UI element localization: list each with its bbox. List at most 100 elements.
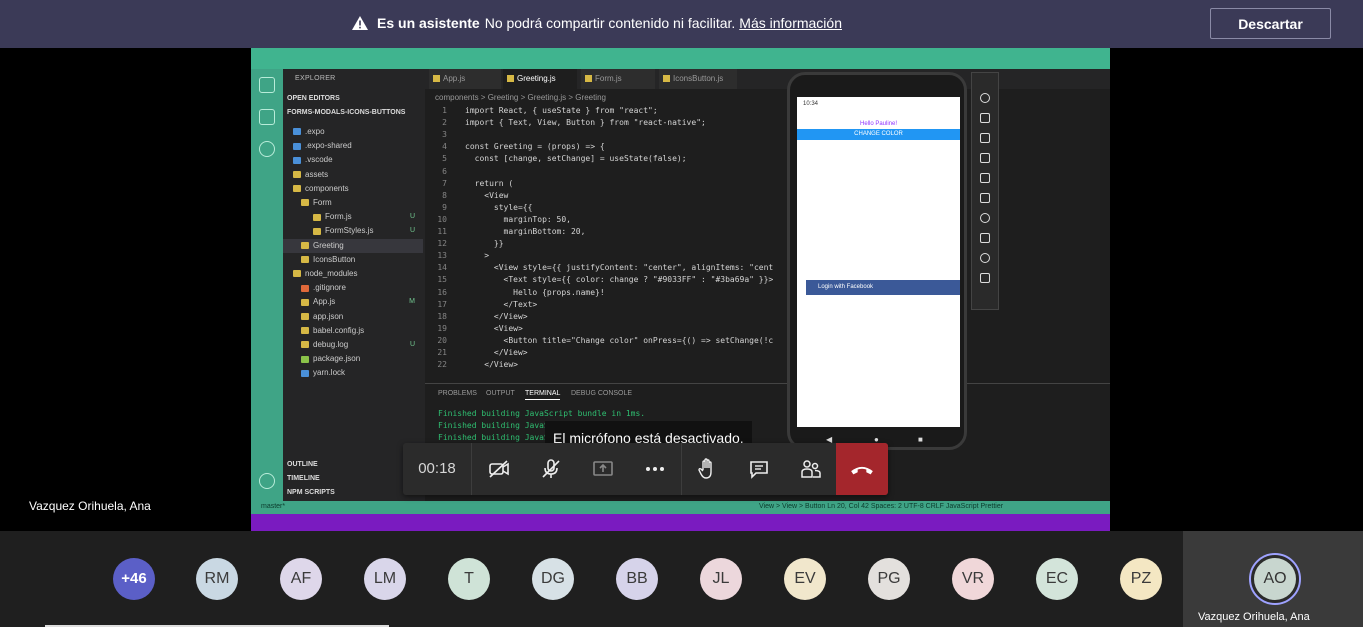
code-line: 6 — [442, 166, 447, 176]
file-icon — [301, 355, 309, 363]
code-line: 1 import React, { useState } from "react"… — [442, 106, 658, 115]
file-tree-item: App.js M — [283, 295, 423, 309]
open-editors-header: OPEN EDITORS — [287, 95, 340, 102]
participant-avatar[interactable]: T — [448, 558, 490, 600]
taskbar-strip — [251, 514, 1110, 531]
participant-avatar[interactable]: EC — [1036, 558, 1078, 600]
panel-tab-terminal: TERMINAL — [525, 390, 561, 400]
file-icon — [301, 284, 309, 292]
participant-avatar[interactable]: EV — [784, 558, 826, 600]
hand-icon — [698, 458, 712, 479]
participants-button[interactable] — [785, 443, 837, 495]
participant-avatar[interactable]: AF — [280, 558, 322, 600]
editor-breadcrumb: components > Greeting > Greeting.js > Gr… — [435, 93, 606, 102]
extensions-icon — [259, 109, 275, 125]
file-tree-item: yarn.lock — [283, 366, 423, 380]
code-line: 14 <View style={{ justifyContent: "cente… — [437, 263, 774, 273]
file-icon — [293, 142, 301, 150]
camera-toggle-button[interactable] — [473, 443, 525, 495]
vscode-titlebar — [251, 48, 1110, 69]
volume-up-icon — [980, 113, 990, 123]
file-tree-item: debug.log U — [283, 338, 423, 352]
overview-icon — [980, 273, 990, 283]
share-screen-icon — [593, 461, 613, 476]
participant-avatar[interactable]: RM — [196, 558, 238, 600]
project-header: FORMS-MODALS-ICONS-BUTTONS — [287, 109, 406, 116]
people-icon — [801, 460, 821, 478]
zoom-icon — [980, 213, 990, 223]
participant-avatar[interactable]: PG — [868, 558, 910, 600]
code-line: 20 <Button title="Change color" onPress=… — [437, 335, 774, 345]
mic-toggle-button[interactable] — [525, 443, 577, 495]
code-line: 13 > — [437, 251, 490, 261]
code-line: 10 marginTop: 50, — [437, 214, 571, 224]
banner-text: No podrá compartir contenido ni facilita… — [484, 15, 736, 31]
participant-avatar[interactable]: JL — [700, 558, 742, 600]
file-icon — [293, 128, 301, 136]
call-timer: 00:18 — [418, 460, 456, 477]
code-line: 4 const Greeting = (props) => { — [442, 142, 605, 152]
change-color-button: CHANGE COLOR — [797, 129, 960, 140]
presenter-name: Vazquez Orihuela, Ana — [29, 499, 151, 513]
editor-tabs: App.js Greeting.js Form.js IconsButton.j… — [425, 69, 1110, 89]
file-icon — [293, 156, 301, 164]
participant-avatar[interactable]: BB — [616, 558, 658, 600]
share-screen-button[interactable] — [577, 443, 629, 495]
file-icon — [313, 227, 321, 235]
more-participants-button[interactable]: +46 — [113, 558, 155, 600]
code-line: 8 <View — [442, 190, 509, 200]
file-icon — [301, 312, 309, 320]
tab-greeting-js: Greeting.js — [503, 69, 577, 89]
tab-form-js: Form.js — [581, 69, 655, 89]
phone-screen: 10:34 Hello Pauline! CHANGE COLOR Login … — [797, 97, 960, 427]
self-name: Vazquez Orihuela, Ana — [1198, 611, 1310, 623]
code-line: 12 }} — [437, 239, 504, 249]
file-tree-item: FormStyles.js U — [283, 224, 423, 238]
search-icon — [259, 141, 275, 157]
files-icon — [259, 77, 275, 93]
chat-button[interactable] — [733, 443, 785, 495]
status-info: View > View > Button Ln 20, Col 42 Space… — [759, 503, 1004, 510]
participant-avatar[interactable]: DG — [532, 558, 574, 600]
tab-iconsbutton-js: IconsButton.js — [659, 69, 737, 89]
banner-message: Es un asistente No podrá compartir conte… — [352, 15, 842, 31]
file-icon — [293, 270, 301, 278]
more-actions-button[interactable] — [629, 443, 681, 495]
dismiss-button[interactable]: Descartar — [1210, 8, 1331, 39]
panel-tab-debug-console: DEBUG CONSOLE — [571, 390, 633, 397]
participant-avatar[interactable]: VR — [952, 558, 994, 600]
camera-icon — [980, 193, 990, 203]
more-info-link[interactable]: Más información — [739, 15, 842, 31]
code-line: 17 </Text> — [437, 299, 538, 309]
file-tree-item: app.json — [283, 310, 423, 324]
file-tree-item: components — [283, 182, 423, 196]
file-icon — [313, 213, 321, 221]
code-line: 7 return ( — [442, 178, 514, 188]
outline-section: OUTLINE — [287, 461, 318, 468]
facebook-login-button: Login with Facebook — [806, 280, 960, 295]
chat-icon — [750, 461, 768, 479]
banner-title: Es un asistente — [377, 15, 480, 31]
panel-tab-problems: PROBLEMS — [438, 390, 477, 397]
participants-strip: +46 RM AF LM T DG BB JL EV PG VR EC PZ AO Vazquez O… — [0, 531, 1363, 627]
android-emulator: 10:34 Hello Pauline! CHANGE COLOR Login … — [787, 72, 967, 450]
hang-up-button[interactable] — [836, 443, 888, 495]
code-line: 9 style={{ — [442, 202, 533, 212]
rotate-right-icon — [980, 173, 990, 183]
hang-up-icon — [851, 466, 873, 475]
code-line: 3 — [442, 130, 447, 140]
back-icon — [980, 233, 990, 243]
file-tree-item: .gitignore — [283, 281, 423, 295]
self-avatar: AO — [1249, 553, 1301, 605]
file-icon — [301, 369, 309, 377]
file-tree-item: node_modules — [283, 267, 423, 281]
emulator-toolbar — [971, 72, 999, 310]
vscode-activity-bar — [251, 69, 283, 501]
raise-hand-button[interactable] — [681, 443, 733, 495]
npm-scripts-section: NPM SCRIPTS — [287, 489, 335, 496]
hello-text: Hello Pauline! — [859, 121, 898, 127]
participant-avatar[interactable]: LM — [364, 558, 406, 600]
file-tree-item: assets — [283, 168, 423, 182]
code-line: 15 <Text style={{ color: change ? "#9033… — [437, 275, 774, 285]
participant-avatar[interactable]: PZ — [1120, 558, 1162, 600]
